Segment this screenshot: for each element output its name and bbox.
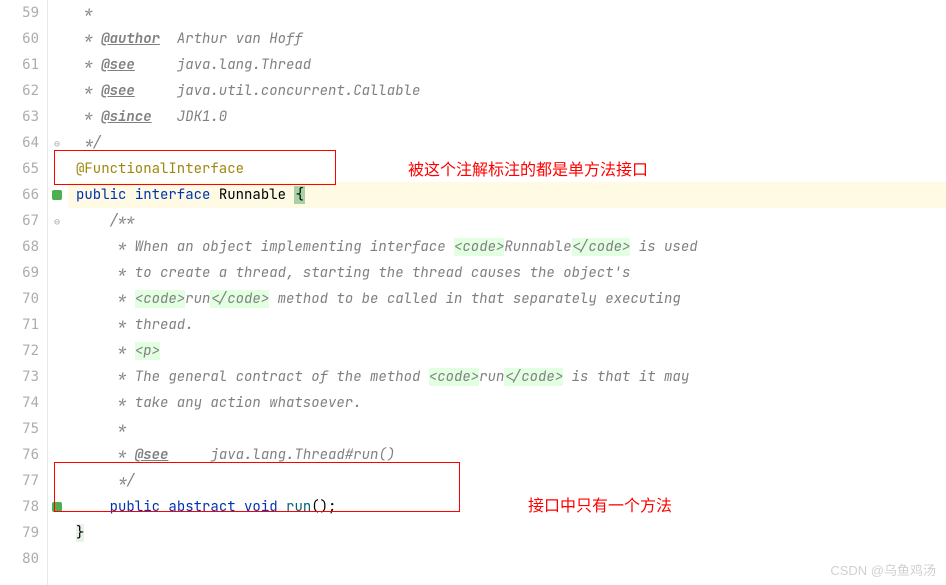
html-tag: </code> bbox=[572, 238, 631, 256]
line-number[interactable]: 74 bbox=[0, 390, 39, 416]
keyword: public bbox=[76, 186, 126, 204]
line-number[interactable]: 77 bbox=[0, 468, 39, 494]
comment-text: Arthur van Hoff bbox=[160, 30, 303, 48]
line-number-gutter: 59 60 61 62 63 64 65 66 67 68 69 70 71 7… bbox=[0, 0, 48, 585]
comment-text: java.util.concurrent.Callable bbox=[135, 82, 421, 100]
doc-tag: @see bbox=[101, 56, 135, 74]
html-tag: </code> bbox=[210, 290, 269, 308]
html-tag: <code> bbox=[429, 368, 479, 386]
line-number[interactable]: 67 bbox=[0, 208, 39, 234]
line-number[interactable]: 69 bbox=[0, 260, 39, 286]
line-number[interactable]: 64 bbox=[0, 130, 39, 156]
line-number[interactable]: 70 bbox=[0, 286, 39, 312]
comment-text: * to create a thread, starting the threa… bbox=[76, 264, 630, 282]
comment-text: * bbox=[76, 4, 93, 22]
line-number[interactable]: 60 bbox=[0, 26, 39, 52]
gutter-marker[interactable] bbox=[48, 494, 66, 520]
comment-text: */ bbox=[76, 472, 135, 490]
keyword: abstract bbox=[168, 498, 235, 516]
comment-text: * bbox=[76, 420, 126, 438]
comment-text: * bbox=[76, 446, 135, 464]
line-number[interactable]: 75 bbox=[0, 416, 39, 442]
line-number[interactable]: 73 bbox=[0, 364, 39, 390]
punctuation: (); bbox=[311, 498, 336, 516]
comment-text: java.lang.Thread#run() bbox=[168, 446, 395, 464]
fold-icon[interactable]: ⊖ bbox=[48, 208, 66, 234]
highlighted-line: public interface Runnable { bbox=[68, 182, 946, 208]
html-tag: <code> bbox=[135, 290, 185, 308]
comment-text: * thread. bbox=[76, 316, 194, 334]
fold-icon[interactable]: ⊖ bbox=[48, 130, 66, 156]
comment-text: /** bbox=[76, 212, 135, 230]
line-number[interactable]: 76 bbox=[0, 442, 39, 468]
doc-tag: @since bbox=[101, 108, 151, 126]
comment-text: * bbox=[76, 290, 135, 308]
cursor-position: { bbox=[294, 186, 304, 204]
comment-text: * bbox=[76, 108, 101, 126]
html-tag: <code> bbox=[454, 238, 504, 256]
keyword: interface bbox=[135, 186, 211, 204]
comment-text: java.lang.Thread bbox=[135, 56, 311, 74]
line-number[interactable]: 65 bbox=[0, 156, 39, 182]
gutter-marker[interactable] bbox=[48, 182, 66, 208]
comment-text: * bbox=[76, 82, 101, 100]
comment-text: * take any action whatsoever. bbox=[76, 394, 362, 412]
comment-text: is used bbox=[630, 238, 697, 256]
brace: } bbox=[76, 524, 84, 542]
comment-text: * When an object implementing interface bbox=[76, 238, 454, 256]
comment-text: method to be called in that separately e… bbox=[269, 290, 681, 308]
line-number[interactable]: 59 bbox=[0, 0, 39, 26]
comment-text: * bbox=[76, 56, 101, 74]
line-number[interactable]: 71 bbox=[0, 312, 39, 338]
line-number[interactable]: 63 bbox=[0, 104, 39, 130]
line-number[interactable]: 79 bbox=[0, 520, 39, 546]
line-number[interactable]: 78 bbox=[0, 494, 39, 520]
keyword: public bbox=[110, 498, 160, 516]
keyword: void bbox=[244, 498, 278, 516]
watermark: CSDN @乌鱼鸡汤 bbox=[830, 560, 936, 579]
line-number[interactable]: 66 bbox=[0, 182, 39, 208]
comment-text: */ bbox=[76, 134, 101, 152]
doc-tag: @author bbox=[101, 30, 160, 48]
line-number[interactable]: 72 bbox=[0, 338, 39, 364]
gutter-markers: ⊖ ⊖ bbox=[48, 0, 68, 585]
line-number[interactable]: 62 bbox=[0, 78, 39, 104]
annotation: @FunctionalInterface bbox=[76, 160, 244, 178]
comment-text: * The general contract of the method bbox=[76, 368, 429, 386]
annotation-text: 被这个注解标注的都是单方法接口 bbox=[408, 156, 648, 180]
comment-text: JDK1.0 bbox=[152, 108, 228, 126]
line-number[interactable]: 68 bbox=[0, 234, 39, 260]
comment-text: run bbox=[479, 368, 504, 386]
doc-tag: @see bbox=[135, 446, 169, 464]
code-editor: 59 60 61 62 63 64 65 66 67 68 69 70 71 7… bbox=[0, 0, 946, 585]
comment-text: * bbox=[76, 30, 101, 48]
comment-text: run bbox=[185, 290, 210, 308]
code-content[interactable]: * * @author Arthur van Hoff * @see java.… bbox=[68, 0, 946, 585]
comment-text: is that it may bbox=[563, 368, 689, 386]
annotation-text: 接口中只有一个方法 bbox=[528, 492, 672, 516]
method-name: run bbox=[286, 498, 311, 516]
comment-text: * bbox=[76, 342, 135, 360]
line-number[interactable]: 80 bbox=[0, 546, 39, 572]
html-tag: <p> bbox=[135, 342, 160, 360]
html-tag: </code> bbox=[504, 368, 563, 386]
class-name: Runnable bbox=[219, 186, 286, 204]
comment-text: Runnable bbox=[504, 238, 571, 256]
doc-tag: @see bbox=[101, 82, 135, 100]
line-number[interactable]: 61 bbox=[0, 52, 39, 78]
